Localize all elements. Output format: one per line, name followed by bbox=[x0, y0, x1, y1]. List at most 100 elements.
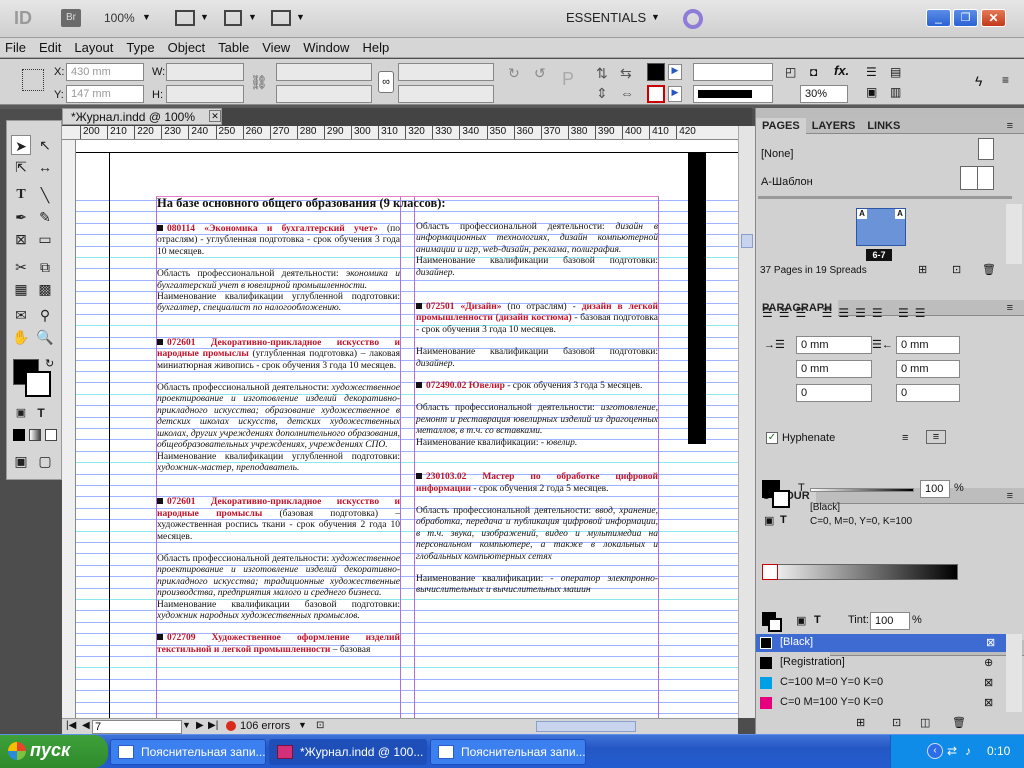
menu-file[interactable]: File bbox=[0, 38, 34, 55]
rectangle-tool-icon[interactable]: ▭ bbox=[35, 229, 55, 249]
panel-menu-icon[interactable]: ≡ bbox=[1002, 73, 1009, 87]
preflight-errors[interactable]: 106 errors bbox=[240, 720, 290, 732]
apply-none-icon[interactable] bbox=[45, 429, 57, 441]
colour-stroke-swatch[interactable] bbox=[772, 490, 790, 508]
select-container-icon[interactable]: ⇆ bbox=[620, 65, 632, 82]
pages-scrollbar[interactable] bbox=[1006, 204, 1022, 264]
formatting-container-icon[interactable]: ▣ bbox=[796, 614, 806, 627]
type-tool-icon[interactable]: T bbox=[11, 185, 31, 205]
opacity-field[interactable]: 30% bbox=[800, 85, 848, 103]
stroke-weight-field[interactable] bbox=[693, 63, 773, 81]
stroke-type-field[interactable] bbox=[693, 85, 773, 103]
colour-value-field[interactable]: 100 bbox=[920, 480, 950, 498]
gap-tool-icon[interactable]: ↔ bbox=[35, 157, 55, 177]
panel-menu-icon[interactable]: ≡ bbox=[1001, 118, 1019, 134]
next-page-icon[interactable]: ▶ bbox=[196, 720, 204, 731]
menu-type[interactable]: Type bbox=[121, 38, 162, 55]
scissors-tool-icon[interactable]: ✂ bbox=[11, 257, 31, 277]
horizontal-ruler[interactable]: 200 210 220 230 240 250 260 270 280 290 300 310 320 3… bbox=[62, 126, 738, 140]
none-master[interactable]: [None] bbox=[761, 148, 793, 160]
vertical-ruler[interactable] bbox=[62, 140, 76, 718]
stroke-color-swatch[interactable] bbox=[25, 371, 51, 397]
screen-mode-icon[interactable] bbox=[224, 10, 242, 26]
hand-tool-icon[interactable]: ✋ bbox=[11, 327, 31, 347]
network-icon[interactable]: ⇄ bbox=[947, 744, 957, 758]
horizontal-scroll-thumb[interactable] bbox=[536, 721, 636, 732]
formatting-text-icon[interactable]: T bbox=[780, 514, 787, 526]
document-canvas[interactable]: На базе основного общего образования (9 … bbox=[76, 140, 738, 718]
fill-menu-icon[interactable]: ▶ bbox=[668, 64, 682, 80]
eyedropper-tool-icon[interactable]: ⚲ bbox=[35, 305, 55, 325]
menu-view[interactable]: View bbox=[257, 38, 298, 55]
pencil-tool-icon[interactable]: ✎ bbox=[35, 207, 55, 227]
vertical-scrollbar[interactable] bbox=[738, 126, 755, 718]
rotate-ccw-icon[interactable]: ↺ bbox=[534, 65, 546, 82]
rotate-cw-icon[interactable]: ↻ bbox=[508, 65, 520, 82]
tab-layers[interactable]: LAYERS bbox=[806, 118, 862, 134]
spread-thumbnail[interactable]: A A bbox=[856, 208, 906, 246]
chevron-down-icon[interactable]: ▼ bbox=[298, 720, 307, 730]
show-all-swatches-icon[interactable]: ⊞ bbox=[856, 716, 865, 729]
stroke-menu-icon[interactable]: ▶ bbox=[668, 86, 682, 102]
chevron-down-icon[interactable]: ▼ bbox=[182, 720, 191, 730]
formatting-container-icon[interactable]: ▣ bbox=[11, 403, 31, 423]
swatch-row[interactable]: [Registration] ⊕ bbox=[756, 654, 1006, 672]
free-transform-tool-icon[interactable]: ⧉ bbox=[35, 257, 55, 277]
h-field[interactable] bbox=[166, 85, 244, 103]
dock-collapse-bar[interactable] bbox=[756, 108, 1024, 118]
swap-colors-icon[interactable]: ↻ bbox=[45, 357, 54, 370]
gradient-feather-tool-icon[interactable]: ▩ bbox=[35, 279, 55, 299]
swatch-stroke-icon[interactable] bbox=[768, 618, 782, 632]
gradient-swatch-tool-icon[interactable]: ▦ bbox=[11, 279, 31, 299]
close-window-button[interactable]: ✕ bbox=[981, 9, 1006, 27]
a-master-thumb[interactable] bbox=[960, 166, 994, 190]
arrange-documents-icon[interactable] bbox=[271, 10, 291, 26]
formatting-text-icon[interactable]: T bbox=[31, 403, 51, 423]
text-wrap-bounding-icon[interactable]: ▤ bbox=[890, 65, 901, 79]
menu-object[interactable]: Object bbox=[163, 38, 214, 55]
scroll-thumb[interactable] bbox=[741, 234, 753, 248]
open-file-icon[interactable]: ⊡ bbox=[316, 720, 324, 731]
menu-window[interactable]: Window bbox=[298, 38, 357, 55]
document-tab[interactable]: *Журнал.indd @ 100% ✕ bbox=[62, 108, 222, 125]
next-object-icon[interactable]: ⇔ bbox=[620, 85, 634, 101]
workspace-switcher[interactable]: ESSENTIALS bbox=[566, 10, 646, 25]
text-wrap-icon[interactable]: ☰ bbox=[866, 65, 877, 79]
space-after-field[interactable]: 0 bbox=[896, 384, 960, 402]
space-before-field[interactable]: 0 bbox=[796, 384, 872, 402]
preview-mode-icon[interactable]: ▢ bbox=[35, 451, 55, 471]
tab-links[interactable]: LINKS bbox=[861, 118, 906, 134]
chevron-down-icon[interactable]: ▼ bbox=[142, 12, 151, 22]
delete-page-icon[interactable]: 🗑 bbox=[982, 263, 996, 276]
zoom-level[interactable]: 100% bbox=[104, 11, 135, 25]
formatting-text-icon[interactable]: T bbox=[814, 614, 821, 626]
first-page-icon[interactable]: |◀ bbox=[66, 720, 76, 731]
restore-button[interactable]: ❐ bbox=[953, 9, 978, 27]
view-options-icon[interactable] bbox=[175, 10, 195, 26]
page-tool-icon[interactable]: ⇱ bbox=[11, 157, 31, 177]
none-master-thumb[interactable] bbox=[978, 138, 994, 160]
tray-expand-icon[interactable]: ‹ bbox=[927, 743, 943, 759]
reference-point-icon[interactable] bbox=[22, 69, 44, 91]
new-page-icon[interactable]: ⊡ bbox=[952, 263, 961, 276]
alignment-buttons[interactable]: ☰☰☰ ☰☰☰☰ ☰☰ bbox=[762, 306, 932, 320]
minimize-button[interactable]: _ bbox=[926, 9, 951, 27]
none-colour-icon[interactable] bbox=[762, 564, 778, 580]
panel-menu-icon[interactable]: ≡ bbox=[1001, 488, 1019, 504]
new-color-group-icon[interactable]: ◫ bbox=[920, 716, 930, 729]
shadow-toggle-icon[interactable]: ◘ bbox=[810, 65, 817, 79]
apply-gradient-icon[interactable] bbox=[29, 429, 41, 441]
flip-vertical-icon[interactable]: ⇅ bbox=[596, 65, 608, 82]
swatches-scrollbar[interactable] bbox=[1006, 634, 1022, 712]
tint-field[interactable]: 100 bbox=[870, 612, 910, 630]
direct-selection-tool-icon[interactable]: ↖ bbox=[35, 135, 55, 155]
previous-page-icon[interactable]: ◀ bbox=[82, 720, 90, 731]
w-field[interactable] bbox=[166, 63, 244, 81]
p-icon[interactable]: P bbox=[562, 69, 574, 90]
last-line-indent-field[interactable]: 0 mm bbox=[896, 360, 960, 378]
close-tab-icon[interactable]: ✕ bbox=[209, 110, 221, 122]
tint-slider[interactable] bbox=[810, 488, 914, 492]
last-page-icon[interactable]: ▶| bbox=[208, 720, 218, 731]
lightning-icon[interactable]: ϟ bbox=[975, 73, 982, 89]
previous-object-icon[interactable]: ⇕ bbox=[596, 85, 608, 102]
